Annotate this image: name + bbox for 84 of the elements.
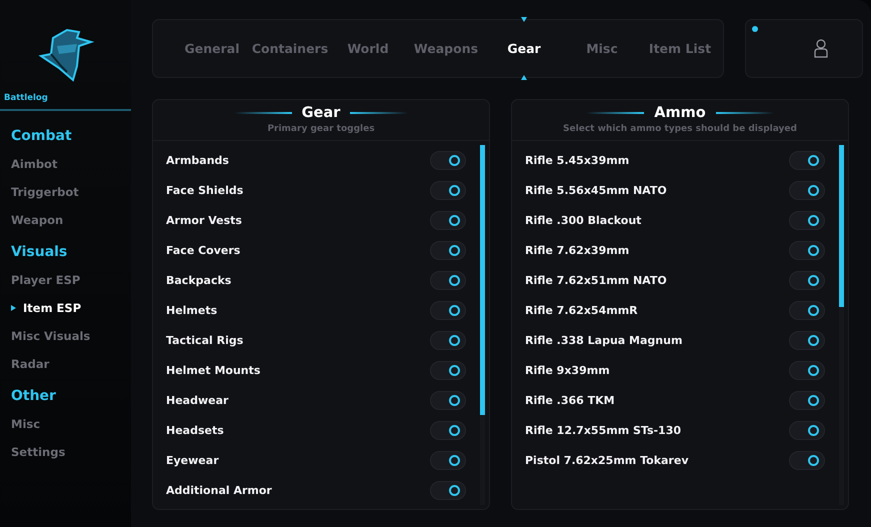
toggle-switch[interactable]	[789, 300, 825, 320]
toggle-switch[interactable]	[430, 420, 466, 440]
accent-line	[350, 112, 408, 114]
section-heading: Visuals	[10, 243, 68, 262]
sidebar-item[interactable]: Settings	[0, 439, 131, 467]
section-heading: Combat	[10, 127, 73, 146]
toggle-switch[interactable]	[430, 180, 466, 200]
panel-title: Gear	[302, 105, 340, 121]
toggle-switch[interactable]	[430, 300, 466, 320]
option-label: Eyewear	[166, 454, 219, 466]
tab[interactable]: Misc	[563, 41, 641, 56]
sidebar-item[interactable]: Item ESP	[0, 295, 131, 323]
toggle-switch[interactable]	[789, 360, 825, 380]
toggle-switch[interactable]	[789, 420, 825, 440]
scrollbar-thumb[interactable]	[839, 145, 844, 307]
toggle-switch[interactable]	[430, 270, 466, 290]
sidebar-item[interactable]: Weapon	[0, 207, 131, 235]
accent-line	[586, 112, 644, 114]
status-dot-icon	[752, 26, 758, 32]
toggle-switch[interactable]	[789, 180, 825, 200]
option-label: Headsets	[166, 424, 224, 436]
accent-line	[716, 112, 774, 114]
option-label: Rifle 5.56x45mm NATO	[525, 184, 667, 196]
tab[interactable]: World	[329, 41, 407, 56]
user-icon[interactable]	[814, 39, 828, 58]
option-label: Rifle 9x39mm	[525, 364, 610, 376]
scrollbar-track[interactable]	[839, 145, 844, 505]
option-label: Rifle .366 TKM	[525, 394, 615, 406]
toggle-switch[interactable]	[430, 450, 466, 470]
option-label: Rifle 7.62x39mm	[525, 244, 630, 256]
option-label: Rifle .300 Blackout	[525, 214, 642, 226]
scrollbar-track[interactable]	[480, 145, 485, 505]
sidebar-item[interactable]: Player ESP	[0, 267, 131, 295]
toggle-switch[interactable]	[789, 330, 825, 350]
section-heading: Other	[10, 387, 57, 406]
toggle-switch[interactable]	[789, 240, 825, 260]
hooded-knight-logo-icon	[36, 26, 94, 82]
option-label: Backpacks	[166, 274, 232, 286]
option-label: Helmets	[166, 304, 218, 316]
triangle-marker-icon	[521, 17, 527, 22]
scrollbar-thumb[interactable]	[480, 145, 485, 415]
toggle-switch[interactable]	[789, 270, 825, 290]
toggle-switch[interactable]	[430, 390, 466, 410]
option-label: Armbands	[166, 154, 229, 166]
panel-title: Ammo	[654, 105, 706, 121]
option-label: Additional Armor	[166, 484, 272, 496]
caret-icon	[11, 305, 16, 311]
brand-name: Battlelog	[0, 90, 131, 111]
option-label: Tactical Rigs	[166, 334, 244, 346]
option-label: Face Covers	[166, 244, 240, 256]
sidebar-item[interactable]: Triggerbot	[0, 179, 131, 207]
accent-line	[234, 112, 292, 114]
toggle-switch[interactable]	[789, 150, 825, 170]
toggle-switch[interactable]	[430, 360, 466, 380]
sidebar-item[interactable]: Misc Visuals	[0, 323, 131, 351]
sidebar-item[interactable]: Radar	[0, 351, 131, 379]
option-label: Rifle 7.62x51mm NATO	[525, 274, 667, 286]
toggle-switch[interactable]	[430, 480, 466, 500]
option-label: Rifle .338 Lapua Magnum	[525, 334, 682, 346]
tab[interactable]: Containers	[251, 41, 329, 56]
tab[interactable]: Weapons	[407, 41, 485, 56]
panel-subtitle: Primary gear toggles	[267, 124, 375, 134]
option-label: Headwear	[166, 394, 228, 406]
sidebar-item[interactable]: Aimbot	[0, 151, 131, 179]
tab[interactable]: Item List	[641, 41, 719, 56]
sidebar-item[interactable]: Misc	[0, 411, 131, 439]
toggle-switch[interactable]	[789, 450, 825, 470]
toggle-switch[interactable]	[430, 240, 466, 260]
option-label: Pistol 7.62x25mm Tokarev	[525, 454, 688, 466]
option-label: Rifle 5.45x39mm	[525, 154, 630, 166]
toggle-switch[interactable]	[430, 150, 466, 170]
option-label: Rifle 12.7x55mm STs-130	[525, 424, 682, 436]
toggle-switch[interactable]	[789, 210, 825, 230]
option-label: Helmet Mounts	[166, 364, 260, 376]
toggle-switch[interactable]	[430, 330, 466, 350]
panel-subtitle: Select which ammo types should be displayed	[563, 124, 797, 134]
toggle-switch[interactable]	[430, 210, 466, 230]
option-label: Face Shields	[166, 184, 244, 196]
option-label: Armor Vests	[166, 214, 242, 226]
toggle-switch[interactable]	[789, 390, 825, 410]
tab[interactable]: Gear	[485, 41, 563, 56]
tab[interactable]: General	[173, 41, 251, 56]
option-label: Rifle 7.62x54mmR	[525, 304, 638, 316]
triangle-marker-icon	[521, 75, 527, 80]
